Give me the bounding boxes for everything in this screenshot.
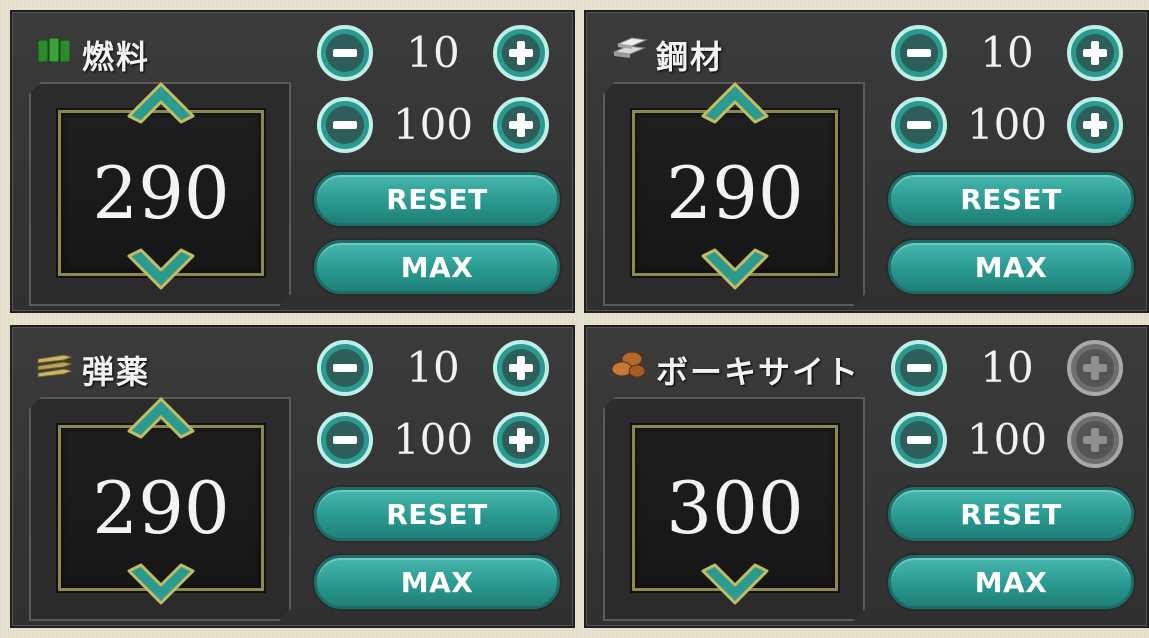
decrease-arrow-icon[interactable] <box>125 563 197 609</box>
step-100-label: 100 <box>392 415 474 464</box>
plus-10-button[interactable] <box>1066 24 1124 82</box>
minus-10-button[interactable] <box>316 339 374 397</box>
ammo-icon <box>37 354 74 378</box>
step-100-label: 100 <box>966 100 1048 149</box>
plus-10-button-disabled[interactable] <box>1066 339 1124 397</box>
decrease-arrow-icon[interactable] <box>699 248 771 294</box>
reset-button[interactable]: RESET <box>314 172 560 226</box>
plus-100-button[interactable] <box>492 411 550 469</box>
reset-button[interactable]: RESET <box>314 487 560 541</box>
minus-10-button[interactable] <box>316 24 374 82</box>
increase-arrow-icon[interactable] <box>125 78 197 124</box>
resource-panel-ammo: 弾薬 290 10 100 RESET MAX <box>10 325 575 628</box>
step-10-label: 10 <box>406 28 460 77</box>
fuel-icon <box>37 37 71 63</box>
increase-arrow-icon[interactable] <box>125 393 197 439</box>
plus-10-button[interactable] <box>492 339 550 397</box>
minus-100-button[interactable] <box>890 96 948 154</box>
max-button[interactable]: MAX <box>888 240 1134 294</box>
resource-title: 燃料 <box>82 38 151 76</box>
step-10-label: 10 <box>406 343 460 392</box>
max-button[interactable]: MAX <box>314 240 560 294</box>
plus-100-button[interactable] <box>492 96 550 154</box>
resource-title: ボーキサイト <box>656 353 861 391</box>
bauxite-icon <box>611 351 646 378</box>
resource-panel-steel: 鋼材 290 10 100 RESET MAX <box>584 10 1149 313</box>
plus-100-button-disabled[interactable] <box>1066 411 1124 469</box>
resource-title: 鋼材 <box>656 38 725 76</box>
minus-10-button[interactable] <box>890 339 948 397</box>
plus-100-button[interactable] <box>1066 96 1124 154</box>
increase-arrow-icon[interactable] <box>699 78 771 124</box>
minus-100-button[interactable] <box>890 411 948 469</box>
steel-icon <box>612 37 648 58</box>
step-100-label: 100 <box>966 415 1048 464</box>
resource-panel-bauxite: ボーキサイト 300 10 100 RESET MAX <box>584 325 1149 628</box>
reset-button[interactable]: RESET <box>888 172 1134 226</box>
minus-10-button[interactable] <box>890 24 948 82</box>
resource-title: 弾薬 <box>82 353 151 391</box>
plus-10-button[interactable] <box>492 24 550 82</box>
resource-panel-fuel: 燃料 290 10 100 RESET MAX <box>10 10 575 313</box>
minus-100-button[interactable] <box>316 411 374 469</box>
step-10-label: 10 <box>980 28 1034 77</box>
max-button[interactable]: MAX <box>888 555 1134 609</box>
decrease-arrow-icon[interactable] <box>699 563 771 609</box>
step-10-label: 10 <box>980 343 1034 392</box>
max-button[interactable]: MAX <box>314 555 560 609</box>
step-100-label: 100 <box>392 100 474 149</box>
minus-100-button[interactable] <box>316 96 374 154</box>
reset-button[interactable]: RESET <box>888 487 1134 541</box>
decrease-arrow-icon[interactable] <box>125 248 197 294</box>
